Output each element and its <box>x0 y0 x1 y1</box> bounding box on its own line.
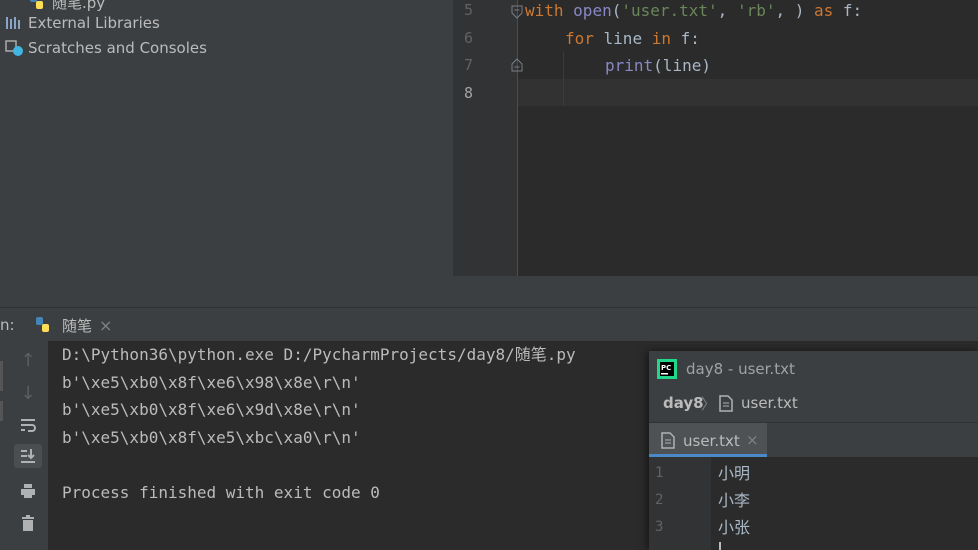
code-punct: ( <box>611 1 622 20</box>
trash-icon[interactable] <box>14 511 42 535</box>
run-tab[interactable]: 随笔 × <box>30 308 124 342</box>
text-file-icon <box>661 432 675 453</box>
code-punct: , <box>717 1 737 20</box>
line-number: 6 <box>463 29 473 47</box>
scratches-icon <box>4 39 26 57</box>
scratches-item[interactable]: Scratches and Consoles <box>4 36 207 60</box>
toolbar-edge <box>0 401 3 421</box>
code-text: line <box>593 29 652 48</box>
line-number: 5 <box>463 1 473 19</box>
editor-bottom-bar <box>453 276 978 307</box>
current-line-highlight <box>518 79 978 106</box>
libraries-icon <box>4 14 26 32</box>
keyword-in: in <box>651 29 671 48</box>
text-caret <box>719 542 721 550</box>
fold-open-icon[interactable] <box>511 4 523 23</box>
pycharm-logo-icon: PC <box>657 359 677 383</box>
line-number: 8 <box>463 84 473 102</box>
scratches-label: Scratches and Consoles <box>28 39 207 57</box>
svg-text:PC: PC <box>661 364 671 372</box>
up-arrow-icon[interactable]: ↑ <box>14 348 42 372</box>
console-line: b'\xe5\xb0\x8f\xe6\x9d\x8e\r\n' <box>62 400 361 419</box>
code-punct: , ) <box>775 1 814 20</box>
string-literal: 'user.txt' <box>621 1 718 20</box>
code-line-7: print(line) <box>605 52 711 79</box>
run-tab-label: 随笔 <box>62 316 93 335</box>
code-text: (line) <box>653 56 711 75</box>
line-number: 3 <box>655 519 664 535</box>
toolbar-edge <box>0 361 3 391</box>
run-label: n: <box>0 316 15 334</box>
breadcrumb-project[interactable]: day8 <box>663 394 704 412</box>
tab-label: user.txt <box>683 432 740 450</box>
string-literal: 'rb' <box>736 1 776 20</box>
run-toolbar: ↑ ↓ <box>0 341 48 550</box>
console-line: b'\xe5\xb0\x8f\xe5\xbc\xa0\r\n' <box>62 428 361 447</box>
builtin-print: print <box>605 56 654 75</box>
scroll-to-end-icon[interactable] <box>14 444 42 468</box>
console-line: D:\Python36\python.exe D:/PycharmProject… <box>62 345 576 364</box>
soft-wrap-icon[interactable] <box>14 413 42 437</box>
keyword-as: as <box>814 1 834 20</box>
tab-user-txt[interactable]: user.txt × <box>649 423 767 457</box>
indent-guide <box>563 52 564 106</box>
run-toolwindow-header: n: 随笔 × <box>0 307 978 342</box>
file-line: 小李 <box>718 491 751 510</box>
fold-close-icon[interactable] <box>511 57 523 76</box>
code-text: f: <box>833 1 863 20</box>
popup-title: day8 - user.txt <box>686 360 795 378</box>
code-text: f: <box>670 29 700 48</box>
keyword-for: for <box>565 29 594 48</box>
breadcrumb: day8 〉 user.txt <box>649 386 978 423</box>
line-number: 1 <box>655 465 664 481</box>
line-number: 2 <box>655 492 664 508</box>
code-line-6: for line in f: <box>565 25 700 52</box>
breadcrumb-separator: 〉 <box>701 395 717 413</box>
external-libraries-item[interactable]: External Libraries <box>4 11 160 35</box>
project-panel: 随笔.py External Libraries Scratches and C… <box>0 0 453 307</box>
breadcrumb-file[interactable]: user.txt <box>741 394 798 412</box>
popup-titlebar[interactable]: PC day8 - user.txt <box>649 351 978 386</box>
gutter-separator <box>517 0 518 276</box>
down-arrow-icon[interactable]: ↓ <box>14 381 42 405</box>
external-libraries-label: External Libraries <box>28 14 160 32</box>
code-line-5: with open('user.txt', 'rb', ) as f: <box>525 0 862 24</box>
print-icon[interactable] <box>14 479 42 503</box>
text-file-icon <box>719 395 733 416</box>
console-line: Process finished with exit code 0 <box>62 483 380 502</box>
line-number: 7 <box>463 56 473 74</box>
python-file-icon <box>28 0 50 11</box>
python-icon <box>30 316 56 334</box>
close-icon[interactable]: × <box>99 316 112 335</box>
keyword-with: with <box>525 1 564 20</box>
builtin-open: open <box>573 1 612 20</box>
console-line: b'\xe5\xb0\x8f\xe6\x98\x8e\r\n' <box>62 373 361 392</box>
popup-tab-bar: user.txt × <box>649 423 978 457</box>
file-line: 小张 <box>718 518 751 537</box>
file-line: 小明 <box>718 464 751 483</box>
close-icon[interactable]: × <box>746 431 759 449</box>
